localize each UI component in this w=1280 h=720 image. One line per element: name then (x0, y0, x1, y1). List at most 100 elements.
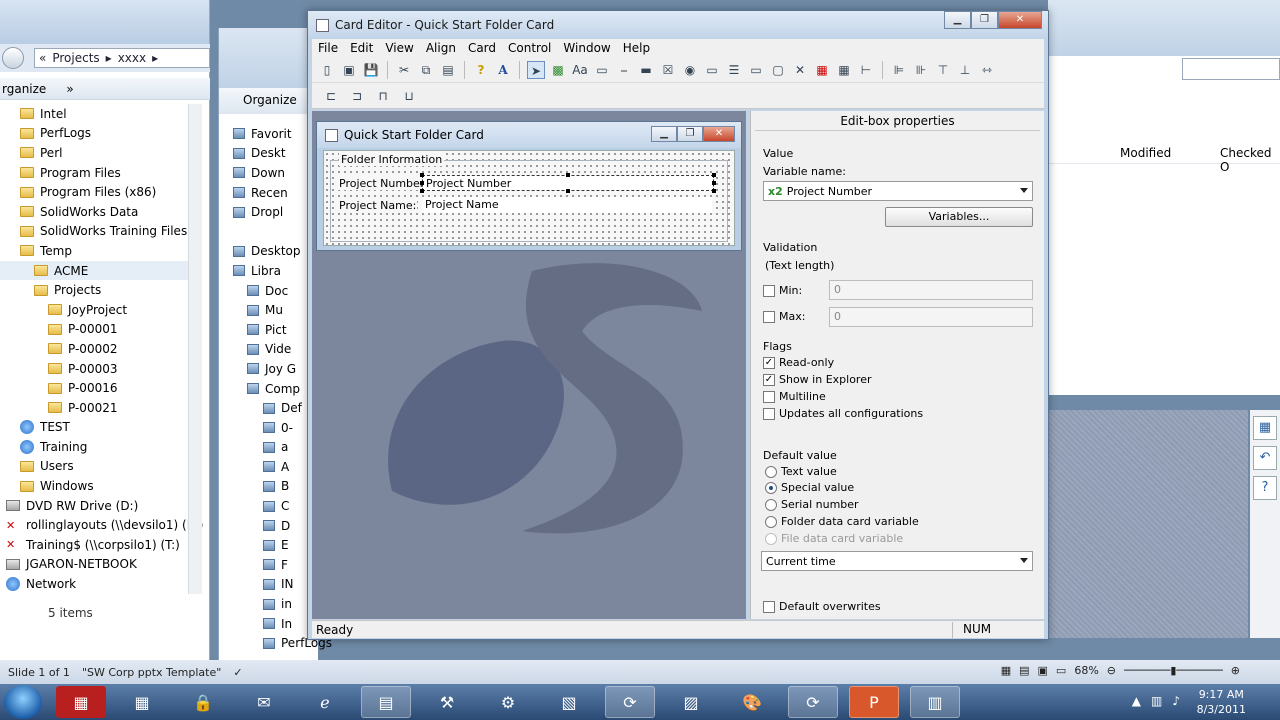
maximize-button[interactable]: ❐ (677, 126, 703, 142)
start-button[interactable] (4, 685, 42, 719)
organize-button[interactable]: Organize (243, 93, 297, 107)
align-bottom-icon[interactable]: ⊥ (956, 61, 974, 79)
tree-item[interactable]: PerfLogs (0, 124, 200, 144)
normal-view-icon[interactable]: ▦ (1001, 664, 1011, 677)
network-icon[interactable]: ⚙ (483, 686, 533, 718)
internet-explorer-icon[interactable]: ℯ (300, 686, 350, 718)
image-icon[interactable]: ▩ (549, 61, 567, 79)
menu-file[interactable]: File (312, 41, 344, 55)
flag-checkbox[interactable]: ✓ (763, 374, 775, 386)
close-button[interactable]: ✕ (703, 126, 735, 142)
frame-icon[interactable]: ▬ (637, 61, 655, 79)
slide-sorter-icon[interactable]: ▤ (1019, 664, 1029, 677)
font-icon[interactable]: A (494, 61, 512, 79)
card-design-canvas[interactable]: Folder Information Project Number: Proje… (323, 150, 735, 246)
tree-item[interactable]: Projects (0, 280, 200, 300)
default-value-radio[interactable] (765, 466, 777, 478)
card-editor-icon[interactable]: ▥ (910, 686, 960, 718)
resize-handle[interactable] (566, 189, 570, 193)
default-overwrites-checkbox[interactable] (763, 601, 775, 613)
zoom-slider[interactable]: ───────▮─────── (1124, 664, 1223, 677)
checkbox-icon[interactable]: ☒ (659, 61, 677, 79)
project-name-label[interactable]: Project Name: (338, 199, 418, 212)
default-value-radio[interactable] (765, 482, 777, 494)
max-checkbox[interactable] (763, 311, 775, 323)
tree-scrollbar[interactable] (188, 104, 202, 594)
back-button[interactable] (2, 47, 24, 69)
new-icon[interactable]: ▯ (318, 61, 336, 79)
project-name-edit-box[interactable]: Project Name (422, 197, 712, 213)
tree-item[interactable]: P-00016 (0, 378, 200, 398)
tree-item[interactable]: P-00002 (0, 339, 200, 359)
tree-item[interactable]: JGARON-NETBOOK (0, 555, 200, 575)
tree-icon[interactable]: ⊢ (857, 61, 875, 79)
zoom-level[interactable]: 68% (1074, 664, 1098, 677)
minimize-button[interactable]: ▁ (651, 126, 677, 142)
help-icon[interactable]: ? (1253, 476, 1277, 500)
menu-card[interactable]: Card (462, 41, 502, 55)
close-button[interactable]: ✕ (998, 11, 1042, 29)
min-input[interactable]: 0 (829, 280, 1033, 300)
flag-checkbox[interactable] (763, 391, 775, 403)
flag-checkbox[interactable]: ✓ (763, 357, 775, 369)
paste-icon[interactable]: ▤ (439, 61, 457, 79)
menu-help[interactable]: Help (617, 41, 656, 55)
spacing-icon[interactable]: ⇿ (978, 61, 996, 79)
max-input[interactable]: 0 (829, 307, 1033, 327)
calculator-icon[interactable]: ▦ (117, 686, 167, 718)
tree-item[interactable]: ✕ Training$ (\\corpsilo1) (T:) (0, 535, 200, 555)
default-value-radio[interactable] (765, 516, 777, 528)
tree-item[interactable]: JoyProject (0, 300, 200, 320)
tree-item[interactable]: P-00003 (0, 359, 200, 379)
minimize-button[interactable]: ▁ (944, 11, 971, 29)
align-center-icon[interactable]: ⊪ (912, 61, 930, 79)
open-icon[interactable]: ▣ (340, 61, 358, 79)
new-slide-icon[interactable]: ▦ (1253, 416, 1277, 440)
notes-icon[interactable]: ▧ (544, 686, 594, 718)
menu-window[interactable]: Window (557, 41, 616, 55)
resize-handle[interactable] (712, 181, 716, 185)
powerpoint-icon[interactable]: P (849, 686, 899, 718)
list-icon[interactable]: ☰ (725, 61, 743, 79)
align-top-edges-icon[interactable]: ⊓ (374, 87, 392, 105)
spell-check-icon[interactable]: ✓ (233, 666, 242, 679)
tree-item[interactable]: Intel (0, 104, 200, 124)
tree-item[interactable]: P-00021 (0, 398, 200, 418)
tree-item[interactable]: SolidWorks Data (0, 202, 200, 222)
align-top-icon[interactable]: ⊤ (934, 61, 952, 79)
zoom-in-icon[interactable]: ⊕ (1231, 664, 1240, 677)
windows-explorer-icon[interactable]: ▤ (361, 686, 411, 718)
resize-handle[interactable] (712, 173, 716, 177)
tree-item[interactable]: DVD RW Drive (D:) (0, 496, 200, 516)
menu-edit[interactable]: Edit (344, 41, 379, 55)
system-clock[interactable]: 9:17 AM 8/3/2011 (1197, 687, 1246, 717)
tree-item[interactable]: P-00001 (0, 320, 200, 340)
tree-item[interactable]: SolidWorks Training Files (0, 222, 200, 242)
tree-item[interactable]: Users (0, 457, 200, 477)
tree-item[interactable]: Program Files (x86) (0, 182, 200, 202)
zoom-out-icon[interactable]: ⊖ (1107, 664, 1116, 677)
maximize-button[interactable]: ❐ (971, 11, 998, 29)
group-box-icon[interactable]: ▢ (769, 61, 787, 79)
tree-item[interactable]: Network (0, 574, 200, 594)
address-segment-projects[interactable]: Projects (52, 51, 99, 65)
pointer-icon[interactable]: ➤ (527, 60, 545, 79)
save-icon[interactable]: 💾 (362, 61, 380, 79)
grid-icon[interactable]: ▦ (835, 61, 853, 79)
flag-checkbox[interactable] (763, 408, 775, 420)
align-left-edges-icon[interactable]: ⊏ (322, 87, 340, 105)
document-icon[interactable]: ▨ (666, 686, 716, 718)
pdm-app-icon[interactable]: ▦ (56, 686, 106, 718)
tree-item[interactable]: Training (0, 437, 200, 457)
tools-icon[interactable]: ⚒ (422, 686, 472, 718)
address-separator[interactable]: ▸ (106, 51, 112, 65)
pdm-explorer-icon[interactable]: ⟳ (605, 686, 655, 718)
network-status-icon[interactable]: ▥ (1151, 694, 1162, 708)
resize-handle[interactable] (420, 189, 424, 193)
address-segment-xxxx[interactable]: xxxx (118, 51, 146, 65)
menu-control[interactable]: Control (502, 41, 557, 55)
reading-view-icon[interactable]: ▣ (1038, 664, 1048, 677)
edit-box-icon[interactable]: ▭ (593, 61, 611, 79)
tree-item[interactable]: Windows (0, 476, 200, 496)
copy-icon[interactable]: ⧉ (417, 61, 435, 79)
